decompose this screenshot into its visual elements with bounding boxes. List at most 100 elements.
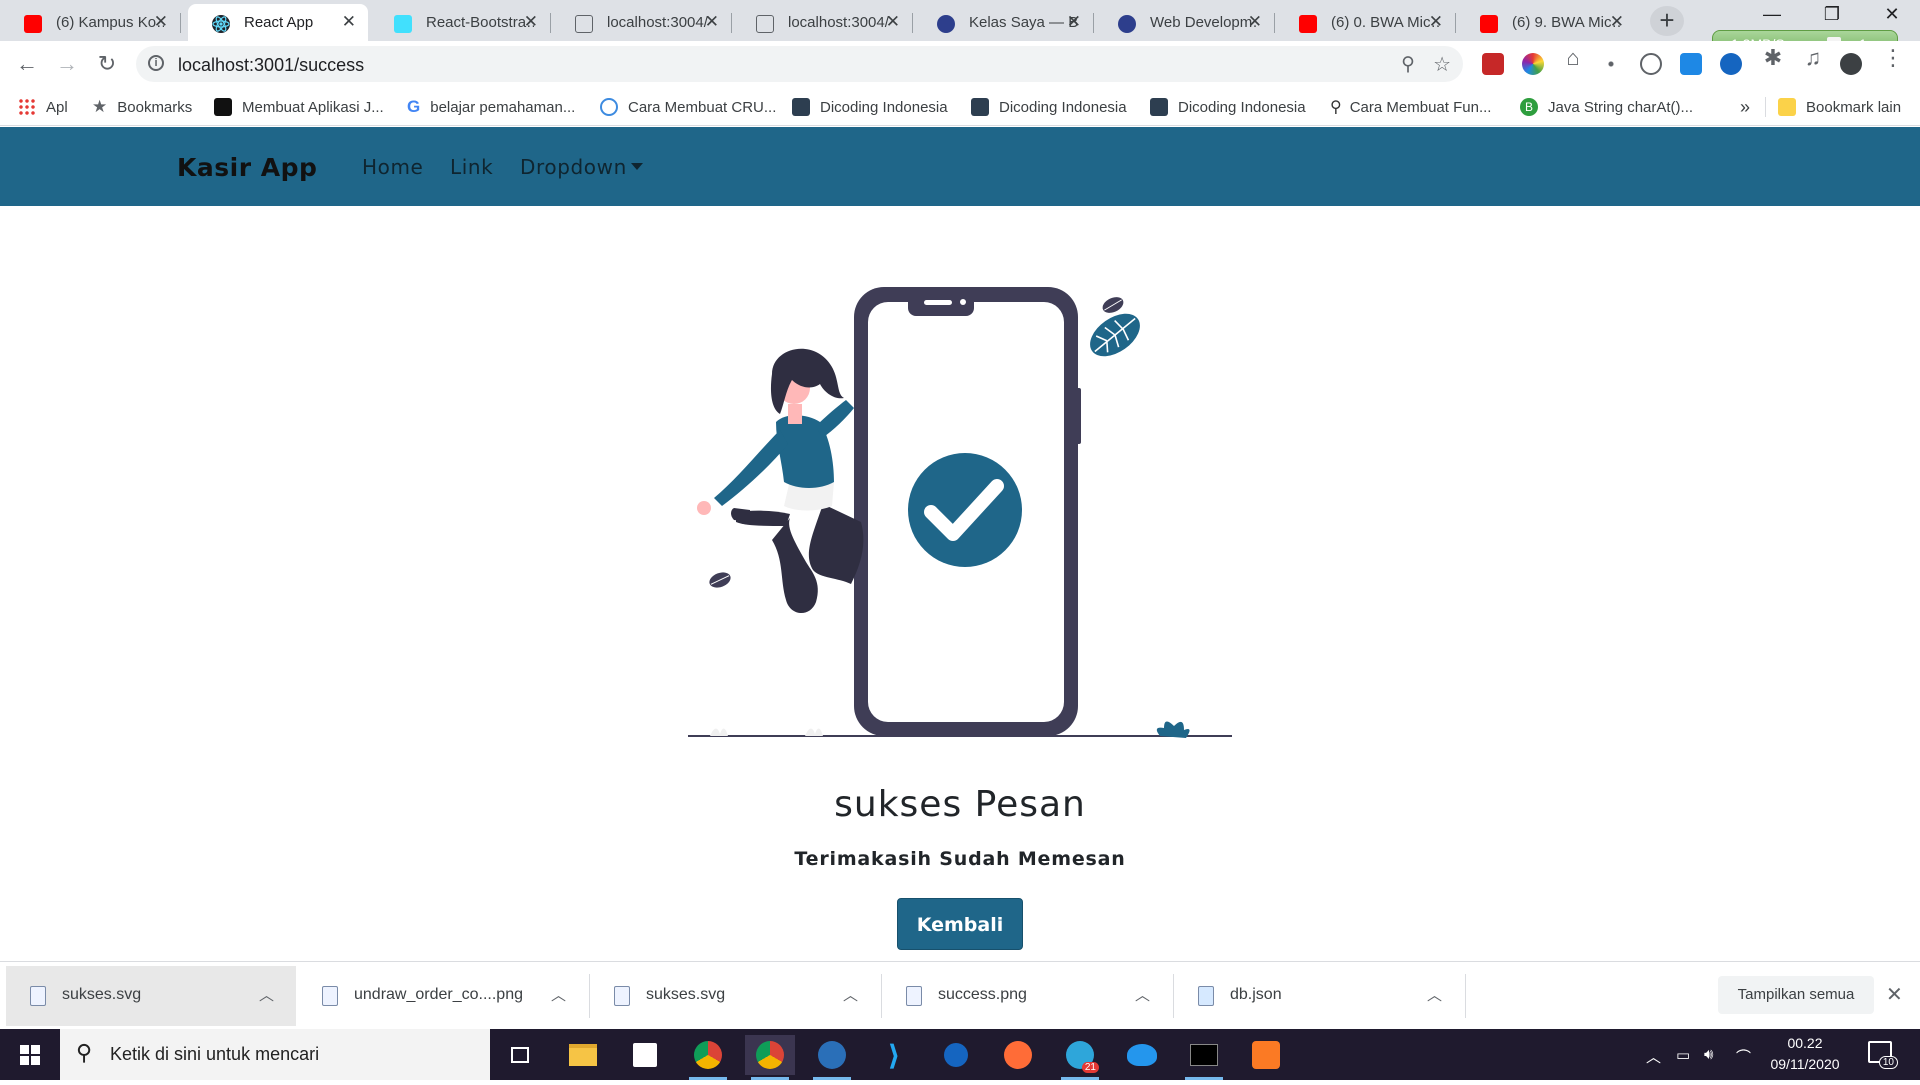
new-tab-button[interactable]: +	[1650, 6, 1684, 36]
taskbar-search[interactable]: ⚲ Ketik di sini untuk mencari	[60, 1029, 490, 1080]
close-icon[interactable]: ✕	[1248, 12, 1262, 32]
nav-link-link[interactable]: Link	[450, 155, 493, 179]
bookmark-cara-membuat-fun[interactable]: ⚲ Cara Membuat Fun...	[1330, 97, 1491, 117]
wifi-icon[interactable]: ⌒	[1736, 1046, 1751, 1067]
extension-icon[interactable]	[1482, 53, 1504, 75]
maps-icon[interactable]	[931, 1035, 981, 1075]
close-icon[interactable]: ✕	[342, 12, 356, 32]
xampp-icon[interactable]	[1241, 1035, 1291, 1075]
vscode-icon[interactable]: ⟩	[869, 1035, 919, 1075]
navbar-brand[interactable]: Kasir App	[177, 153, 317, 182]
show-all-downloads-button[interactable]: Tampilkan semua	[1718, 976, 1874, 1014]
tab-react-app[interactable]: React App ✕	[188, 4, 368, 41]
chevron-up-icon[interactable]: ︿	[1427, 984, 1442, 1005]
nav-link-home[interactable]: Home	[362, 155, 423, 179]
tab-bwa-micro-0[interactable]: (6) 0. BWA Mic… ✕	[1275, 4, 1456, 41]
media-icon[interactable]: ♫	[1800, 45, 1826, 71]
bookmark-dicoding-3[interactable]: Dicoding Indonesia	[1150, 97, 1306, 117]
download-filename: db.json	[1230, 986, 1282, 1003]
file-explorer-icon[interactable]	[558, 1035, 608, 1075]
download-item[interactable]: sukses.svg ︿	[590, 966, 882, 1026]
clock-time: 00.22	[1787, 1035, 1823, 1051]
home-icon[interactable]: ⌂	[1560, 45, 1586, 71]
tab-localhost-3004-a[interactable]: localhost:3004/ ✕	[551, 4, 732, 41]
close-icon[interactable]: ✕	[1886, 982, 1903, 1007]
download-item[interactable]: db.json ︿	[1174, 966, 1466, 1026]
tab-kelas-saya[interactable]: Kelas Saya — B… ✕	[913, 4, 1094, 41]
chevron-up-icon[interactable]: ︿	[1135, 984, 1150, 1005]
address-bar[interactable]: i localhost:3001/success ⚲ ☆	[136, 46, 1463, 82]
bookmark-label: Apl	[46, 98, 68, 116]
app-navbar: Kasir App Home Link Dropdown	[0, 127, 1920, 206]
battery-icon[interactable]: ▭	[1676, 1046, 1690, 1064]
react-icon	[212, 15, 230, 33]
volume-icon[interactable]: 🔊︎	[1704, 1046, 1713, 1063]
download-item[interactable]: sukses.svg ︿	[6, 966, 296, 1026]
puzzle-icon[interactable]: ✱	[1760, 45, 1786, 71]
thunderbird-icon[interactable]	[807, 1035, 857, 1080]
tab-title: Kelas Saya — B…	[969, 14, 1077, 31]
menu-kebab-icon[interactable]: ⋮	[1880, 45, 1906, 71]
close-icon[interactable]: ✕	[705, 12, 719, 32]
json-file-icon	[1198, 986, 1214, 1006]
extension-dots-icon[interactable]	[1600, 53, 1622, 75]
extension-send-icon[interactable]	[1680, 53, 1702, 75]
color-picker-icon[interactable]	[1522, 53, 1544, 75]
tab-react-bootstrap[interactable]: React-Bootstra… ✕	[370, 4, 551, 41]
forward-arrow-icon[interactable]: →	[54, 51, 80, 77]
close-icon[interactable]: ✕	[524, 12, 538, 32]
bookmark-membuat-aplikasi[interactable]: Membuat Aplikasi J...	[214, 97, 384, 117]
system-clock[interactable]: 00.22 09/11/2020	[1760, 1033, 1850, 1075]
bookmark-star-icon[interactable]: ☆	[1433, 52, 1451, 77]
notification-center-icon[interactable]: 10	[1868, 1041, 1898, 1069]
start-button[interactable]	[0, 1029, 60, 1080]
chrome-icon[interactable]	[683, 1035, 733, 1080]
page-title: sukses Pesan	[834, 784, 1086, 825]
info-icon[interactable]: i	[148, 55, 164, 71]
bookmark-other-folder[interactable]: Bookmark lain	[1778, 97, 1901, 117]
telegram-icon[interactable]: 21	[1055, 1035, 1105, 1080]
reload-icon[interactable]: ↻	[94, 51, 120, 77]
download-filename: sukses.svg	[62, 986, 142, 1003]
extension-circle-icon[interactable]	[1640, 53, 1662, 75]
close-icon[interactable]: ✕	[1067, 12, 1081, 32]
download-item[interactable]: success.png ︿	[882, 966, 1174, 1026]
bookmark-apps[interactable]: Apl	[18, 97, 68, 117]
postman-icon[interactable]	[993, 1035, 1043, 1075]
close-icon[interactable]: ✕	[1610, 12, 1624, 32]
close-icon[interactable]: ✕	[1429, 12, 1443, 32]
tab-bwa-micro-9[interactable]: (6) 9. BWA Mic… ✕	[1456, 4, 1636, 41]
close-icon[interactable]: ✕	[886, 12, 900, 32]
tab-kampus-koding[interactable]: (6) Kampus Ko… ✕	[0, 4, 181, 41]
bookmark-java-string[interactable]: B Java String charAt()...	[1520, 97, 1693, 117]
bookmark-label: Cara Membuat Fun...	[1349, 98, 1492, 116]
download-item[interactable]: undraw_order_co....png ︿	[298, 966, 590, 1026]
docker-icon[interactable]	[1117, 1035, 1167, 1075]
bookmark-dicoding-2[interactable]: Dicoding Indonesia	[971, 97, 1127, 117]
store-icon[interactable]	[620, 1035, 670, 1075]
bookmark-cara-membuat-crud[interactable]: Cara Membuat CRU...	[600, 97, 776, 117]
terminal-icon[interactable]	[1179, 1035, 1229, 1080]
tab-localhost-3004-b[interactable]: localhost:3004/ ✕	[732, 4, 913, 41]
back-arrow-icon[interactable]: ←	[14, 51, 40, 77]
profile-avatar-icon[interactable]	[1840, 53, 1862, 75]
extension-blue-icon[interactable]	[1720, 53, 1742, 75]
chevron-up-icon[interactable]: ︿	[843, 984, 858, 1005]
bookmark-folder-bookmarks[interactable]: ★ Bookmarks	[92, 97, 192, 117]
bookmarks-overflow-button[interactable]: »	[1740, 97, 1750, 117]
chrome-profile-icon[interactable]	[745, 1035, 795, 1080]
bookmark-dicoding-1[interactable]: Dicoding Indonesia	[792, 97, 948, 117]
bookmark-belajar-pemahaman[interactable]: G belajar pemahaman...	[407, 97, 575, 117]
nav-dropdown[interactable]: Dropdown	[520, 155, 643, 179]
chevron-up-icon[interactable]: ︿	[259, 984, 274, 1005]
tab-web-development[interactable]: Web Developm… ✕	[1094, 4, 1275, 41]
task-view-icon[interactable]	[495, 1035, 545, 1075]
zoom-icon[interactable]: ⚲	[1401, 53, 1415, 76]
back-button[interactable]: Kembali	[897, 898, 1023, 950]
chevron-up-icon[interactable]: ︿	[551, 984, 566, 1005]
url-text[interactable]: localhost:3001/success	[178, 55, 364, 76]
chevron-up-icon[interactable]: ︿	[1646, 1046, 1661, 1067]
close-icon[interactable]: ✕	[154, 12, 168, 32]
file-icon	[906, 986, 922, 1006]
tab-title: localhost:3004/	[607, 14, 708, 31]
